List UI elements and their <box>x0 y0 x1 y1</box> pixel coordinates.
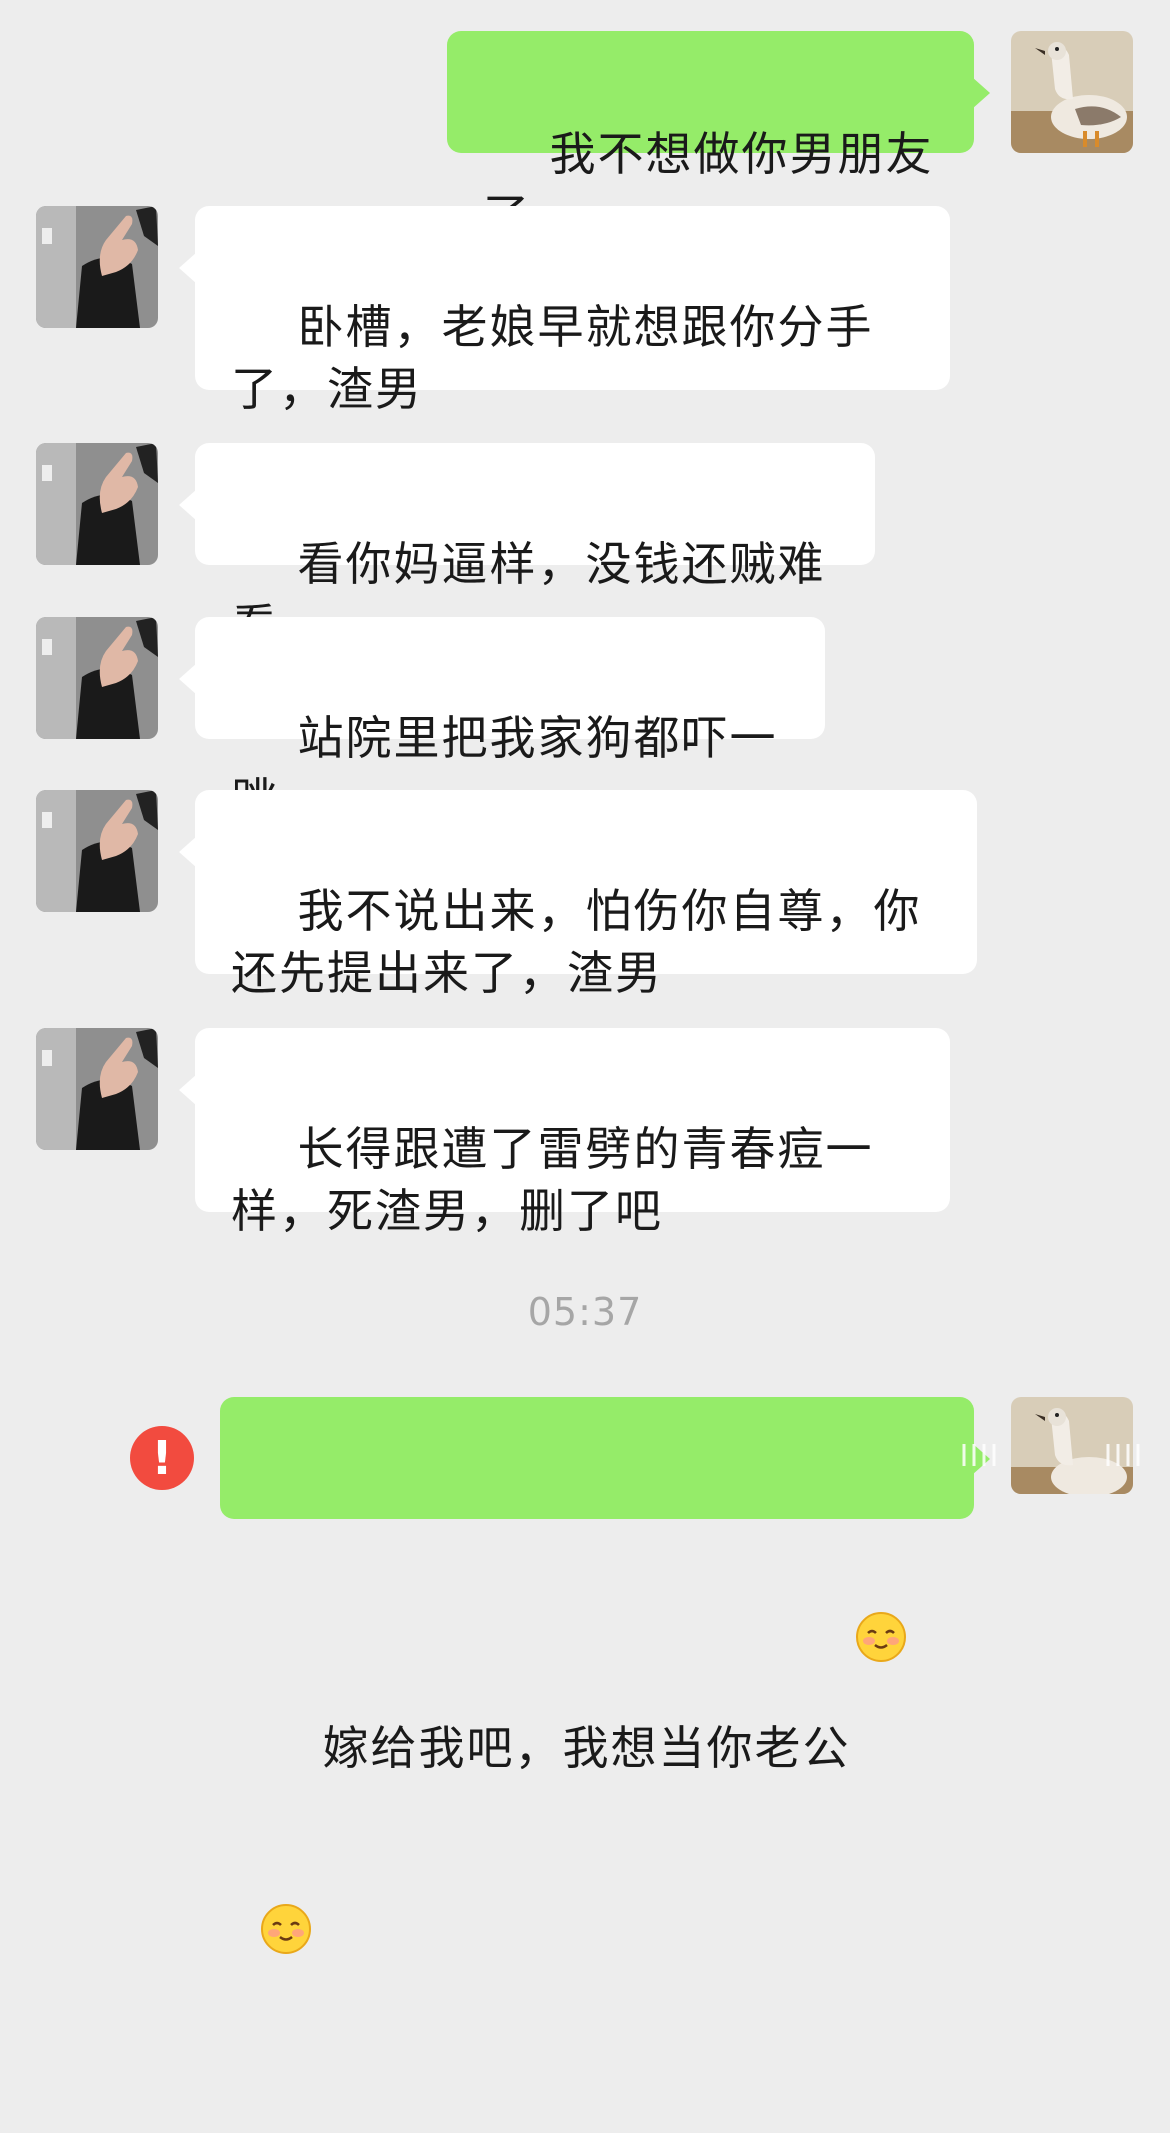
other-avatar-hand[interactable] <box>36 443 158 565</box>
incoming-message-bubble[interactable]: 卧槽，老娘早就想跟你分手了，渣男 <box>179 206 950 416</box>
exclamation-glyph: ! <box>151 1431 173 1485</box>
hand-gesture-photo-avatar <box>36 1028 158 1150</box>
other-avatar-hand[interactable] <box>36 790 158 912</box>
other-avatar-hand[interactable] <box>36 206 158 328</box>
other-avatar-hand[interactable] <box>36 617 158 739</box>
incoming-message-bubble[interactable]: 我不说出来，怕伤你自尊，你还先提出来了，渣男 <box>179 790 977 1000</box>
watermark-logo <box>958 1440 1148 1470</box>
outgoing-message-bubble[interactable]: 嫁给我吧，我想当你老公 <box>220 1397 990 1954</box>
outgoing-message-bubble[interactable]: 我不想做你男朋友了 <box>447 31 990 243</box>
incoming-message-bubble[interactable]: 看你妈逼样，没钱还贼难看 <box>179 443 875 653</box>
hand-gesture-photo-avatar <box>36 790 158 912</box>
message-text: 长得跟遭了雷劈的青春痘一样，死渣男，删了吧 <box>231 1122 874 1238</box>
message-text: 嫁给我吧，我想当你老公 <box>322 1721 851 1775</box>
hand-gesture-photo-avatar <box>36 443 158 565</box>
other-avatar-hand[interactable] <box>36 1028 158 1150</box>
goose-photo-avatar <box>1011 31 1133 153</box>
send-failed-exclamation-icon[interactable]: ! <box>130 1426 194 1490</box>
incoming-message-bubble[interactable]: 站院里把我家狗都吓一跳 <box>179 617 825 827</box>
hand-gesture-photo-avatar <box>36 617 158 739</box>
message-text: 卧槽，老娘早就想跟你分手了，渣男 <box>231 300 874 416</box>
blush-smile-emoji <box>855 1487 907 1662</box>
incoming-message-bubble[interactable]: 长得跟遭了雷劈的青春痘一样，死渣男，删了吧 <box>179 1028 950 1238</box>
blush-smile-emoji <box>260 1779 312 1954</box>
message-timestamp: 05:37 <box>527 1290 643 1334</box>
hand-gesture-photo-avatar <box>36 206 158 328</box>
message-text: 我不说出来，怕伤你自尊，你还先提出来了，渣男 <box>231 884 922 1000</box>
chat-window: 我不想做你男朋友了 卧槽，老娘早就想跟你分手了，渣男 <box>0 0 1170 1954</box>
my-avatar-goose[interactable] <box>1011 31 1133 153</box>
